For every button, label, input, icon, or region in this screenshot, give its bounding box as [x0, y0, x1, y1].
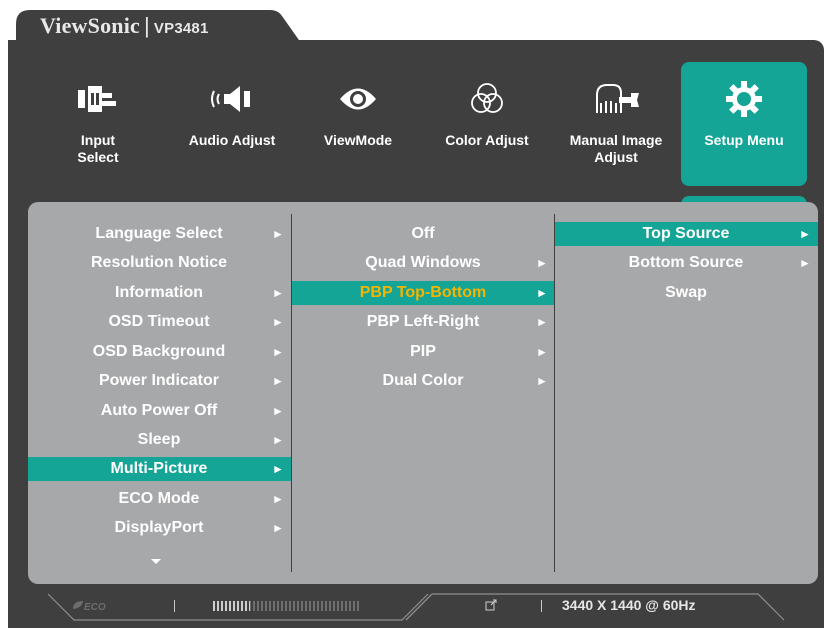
menu-item-displayport[interactable]: DisplayPort ►	[28, 516, 291, 540]
menu-item-label: Information	[115, 284, 203, 301]
menu-item-pip[interactable]: PIP ►	[292, 340, 554, 364]
menu-item-bottom-source[interactable]: Bottom Source ►	[555, 251, 818, 275]
menu-item-top-source[interactable]: Top Source ►	[555, 222, 818, 246]
top-menu-label: Color Adjust	[445, 132, 529, 148]
menu-item-osd-timeout[interactable]: OSD Timeout ►	[28, 310, 291, 334]
menu-item-swap[interactable]: Swap	[555, 281, 818, 305]
submenu-arrow-icon: ►	[536, 286, 548, 300]
submenu-arrow-icon: ►	[272, 227, 284, 241]
submenu-arrow-icon: ►	[536, 374, 548, 388]
submenu-arrow-icon: ►	[272, 374, 284, 388]
submenu-arrow-icon: ►	[799, 227, 811, 241]
hand-wrench-icon	[556, 80, 676, 118]
resolution-readout: 3440 X 1440 @ 60Hz	[562, 597, 696, 613]
brand-separator: |	[143, 13, 150, 38]
menu-item-label: DisplayPort	[114, 519, 204, 536]
menu-item-off[interactable]: Off	[292, 222, 554, 246]
level-meter-fill	[213, 601, 250, 611]
top-menu-audio-adjust[interactable]: Audio Adjust	[172, 62, 292, 186]
submenu-arrow-icon: ►	[272, 315, 284, 329]
menu-item-label: Quad Windows	[365, 254, 481, 271]
menu-item-sleep[interactable]: Sleep ►	[28, 428, 291, 452]
menu-item-dual-color[interactable]: Dual Color ►	[292, 369, 554, 393]
menu-item-label: PIP	[410, 343, 436, 360]
top-menu-setup-menu[interactable]: Setup Menu	[681, 62, 807, 186]
menu-item-information[interactable]: Information ►	[28, 281, 291, 305]
submenu-arrow-icon: ►	[272, 345, 284, 359]
submenu-arrow-icon: ►	[272, 462, 284, 476]
menu-item-label: Bottom Source	[628, 254, 744, 271]
top-menu-color-adjust[interactable]: Color Adjust	[427, 62, 547, 186]
menu-item-label: Off	[411, 225, 435, 242]
top-menu-label: Input Select	[77, 132, 119, 165]
menu-item-label: Top Source	[642, 225, 730, 242]
menu-item-label: OSD Background	[92, 343, 226, 360]
eco-label: ECO	[84, 602, 106, 613]
menu-item-power-indicator[interactable]: Power Indicator ►	[28, 369, 291, 393]
menu-item-language-select[interactable]: Language Select ►	[28, 222, 291, 246]
submenu-arrow-icon: ►	[272, 492, 284, 506]
top-menu-viewmode[interactable]: ViewMode	[298, 62, 418, 186]
menu-item-eco-mode[interactable]: ECO Mode ►	[28, 487, 291, 511]
top-menu-label: Audio Adjust	[188, 132, 276, 148]
menu-item-pbp-top-bottom[interactable]: PBP Top-Bottom ►	[292, 281, 554, 305]
submenu-arrow-icon: ►	[536, 345, 548, 359]
submenu-arrow-icon: ►	[272, 521, 284, 535]
menu-item-resolution-notice[interactable]: Resolution Notice	[28, 251, 291, 275]
top-menu-label: ViewMode	[323, 132, 393, 148]
submenu-arrow-icon: ►	[272, 286, 284, 300]
menu-item-label: Resolution Notice	[90, 254, 227, 271]
menu-item-label: PBP Top-Bottom	[359, 284, 487, 301]
status-separator	[174, 600, 175, 612]
top-menu-input-select[interactable]: Input Select	[38, 62, 158, 186]
menu-item-label: Dual Color	[382, 372, 464, 389]
status-separator	[541, 600, 542, 612]
submenu-arrow-icon: ►	[536, 256, 548, 270]
top-menu-manual-image-adjust[interactable]: Manual Image Adjust	[556, 62, 676, 186]
brand-logo: ViewSonic | VP3481	[40, 13, 209, 39]
model-name: VP3481	[153, 20, 209, 37]
menu-item-label: Power Indicator	[98, 372, 220, 389]
menu-item-label: OSD Timeout	[108, 313, 210, 330]
menu-item-label: Auto Power Off	[100, 402, 218, 419]
menu-item-label: PBP Left-Right	[366, 313, 480, 330]
menu-item-quad-windows[interactable]: Quad Windows ►	[292, 251, 554, 275]
submenu-arrow-icon: ►	[536, 315, 548, 329]
menu-item-multi-picture[interactable]: Multi-Picture ►	[28, 457, 291, 481]
menu-item-label: Sleep	[137, 431, 181, 448]
menu-item-label: Multi-Picture	[110, 460, 208, 477]
menu-item-label: Swap	[665, 284, 707, 301]
gear-icon	[681, 80, 807, 118]
menu-item-label: Language Select	[95, 225, 223, 242]
input-select-icon	[38, 80, 158, 118]
submenu-arrow-icon: ►	[272, 433, 284, 447]
eye-icon	[298, 80, 418, 118]
menu-item-pbp-left-right[interactable]: PBP Left-Right ►	[292, 310, 554, 334]
brand-name: ViewSonic	[40, 13, 140, 38]
top-menu-label: Setup Menu	[704, 132, 784, 148]
submenu-arrow-icon: ►	[272, 404, 284, 418]
speaker-icon	[172, 80, 292, 118]
submenu-arrow-icon: ►	[799, 256, 811, 270]
scroll-down-icon[interactable]	[151, 559, 161, 564]
external-link-icon	[484, 598, 498, 617]
menu-item-label: ECO Mode	[118, 490, 200, 507]
menu-item-auto-power-off[interactable]: Auto Power Off ►	[28, 399, 291, 423]
menu-item-osd-background[interactable]: OSD Background ►	[28, 340, 291, 364]
top-menu-label: Manual Image Adjust	[569, 132, 663, 165]
eco-leaf-icon: ECO	[72, 600, 106, 613]
color-circles-icon	[427, 80, 547, 118]
